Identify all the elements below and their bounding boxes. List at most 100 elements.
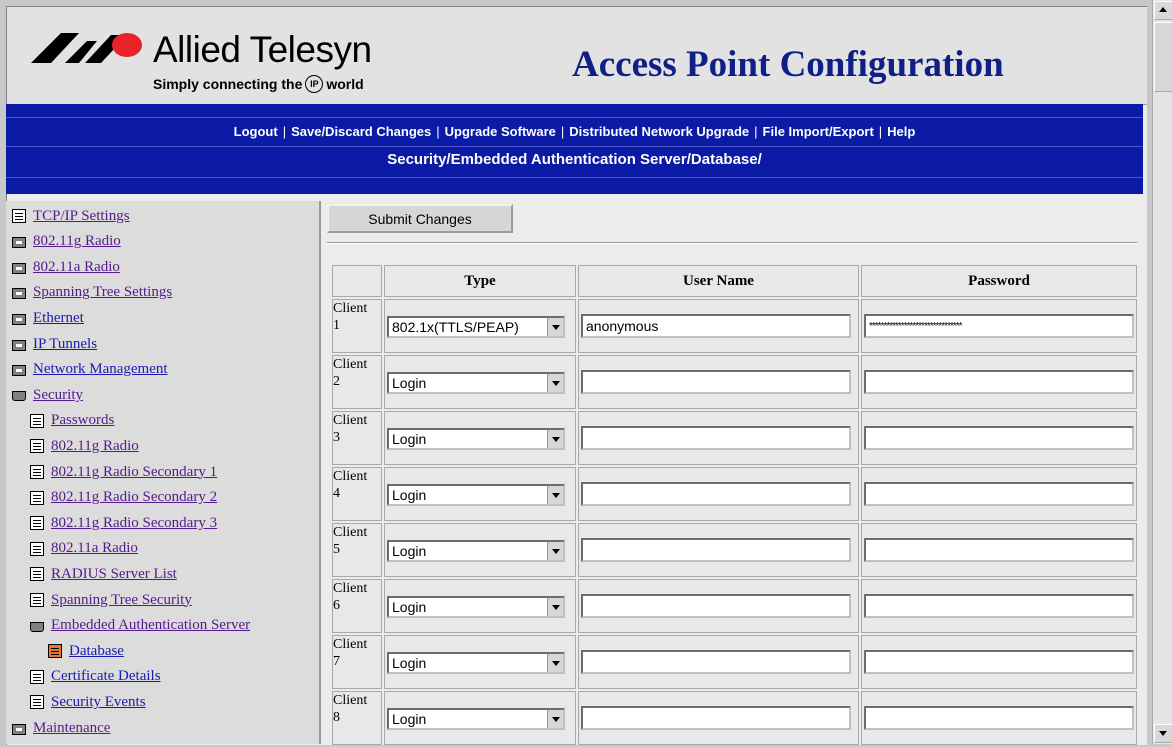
password-input[interactable] <box>864 314 1134 338</box>
password-input[interactable] <box>864 426 1134 450</box>
folder-icon <box>12 365 26 377</box>
nav-link-distributed-network-upgrade[interactable]: Distributed Network Upgrade <box>569 124 749 139</box>
user-name-input[interactable] <box>581 370 851 394</box>
sidebar-item-label[interactable]: 802.11g Radio <box>51 438 139 455</box>
password-input[interactable] <box>864 370 1134 394</box>
user-name-input[interactable] <box>581 314 851 338</box>
sidebar-item-tcp-ip-settings[interactable]: TCP/IP Settings <box>12 205 130 227</box>
sidebar-item-embedded-authentication-server[interactable]: Embedded Authentication Server <box>30 615 250 637</box>
sidebar-item-802-11g-radio-secondary-1[interactable]: 802.11g Radio Secondary 1 <box>30 461 217 483</box>
dropdown-arrow-icon[interactable] <box>547 318 563 336</box>
sidebar-item-label[interactable]: Passwords <box>51 412 114 429</box>
sidebar-item-label[interactable]: 802.11a Radio <box>33 259 120 276</box>
password-input[interactable] <box>864 594 1134 618</box>
password-input[interactable] <box>864 706 1134 730</box>
user-cell <box>578 523 859 577</box>
sidebar-item-label[interactable]: Spanning Tree Settings <box>33 284 172 301</box>
sidebar-item-spanning-tree-security[interactable]: Spanning Tree Security <box>30 589 192 611</box>
sidebar-item-802-11g-radio[interactable]: 802.11g Radio <box>30 435 139 457</box>
type-select[interactable]: Login <box>387 372 565 394</box>
vertical-scrollbar[interactable] <box>1152 0 1172 744</box>
password-cell <box>861 467 1137 521</box>
password-input[interactable] <box>864 482 1134 506</box>
sidebar-item-certificate-details[interactable]: Certificate Details <box>30 666 161 688</box>
sidebar-item-label[interactable]: Network Management <box>33 361 168 378</box>
sidebar-item-security-events[interactable]: Security Events <box>30 691 146 713</box>
nav-separator: | <box>754 124 758 139</box>
sidebar-item-ip-tunnels[interactable]: IP Tunnels <box>12 333 97 355</box>
sidebar-item-label[interactable]: Embedded Authentication Server <box>51 617 250 634</box>
sidebar-item-label[interactable]: Security <box>33 387 83 404</box>
dropdown-arrow-icon[interactable] <box>547 710 563 728</box>
submit-changes-button[interactable]: Submit Changes <box>327 204 513 233</box>
document-icon <box>30 465 44 479</box>
scroll-up-arrow-icon[interactable] <box>1154 1 1172 20</box>
dropdown-arrow-icon[interactable] <box>547 598 563 616</box>
sidebar-item-802-11a-radio[interactable]: 802.11a Radio <box>12 256 120 278</box>
sidebar-item-label[interactable]: Maintenance <box>33 720 110 737</box>
sidebar-item-label[interactable]: IP Tunnels <box>33 336 97 353</box>
sidebar-item-label[interactable]: Database <box>69 643 124 660</box>
password-input[interactable] <box>864 538 1134 562</box>
sidebar-item-802-11g-radio[interactable]: 802.11g Radio <box>12 231 121 253</box>
sidebar-item-802-11g-radio-secondary-3[interactable]: 802.11g Radio Secondary 3 <box>30 512 217 534</box>
sidebar-item-label[interactable]: TCP/IP Settings <box>33 208 130 225</box>
user-name-input[interactable] <box>581 706 851 730</box>
sidebar-item-passwords[interactable]: Passwords <box>30 410 114 432</box>
brand-name: Allied Telesyn <box>153 29 372 70</box>
type-cell: Login <box>384 467 576 521</box>
type-select[interactable]: Login <box>387 428 565 450</box>
user-name-input[interactable] <box>581 538 851 562</box>
nav-divider <box>6 177 1143 178</box>
sidebar-item-label[interactable]: Certificate Details <box>51 668 161 685</box>
sidebar-item-802-11g-radio-secondary-2[interactable]: 802.11g Radio Secondary 2 <box>30 487 217 509</box>
dropdown-arrow-icon[interactable] <box>547 486 563 504</box>
user-name-input[interactable] <box>581 482 851 506</box>
client-number: 5 <box>333 542 340 557</box>
header-user-name: User Name <box>578 265 859 297</box>
sidebar-item-database[interactable]: Database <box>48 640 124 662</box>
nav-link-upgrade-software[interactable]: Upgrade Software <box>445 124 556 139</box>
user-name-input[interactable] <box>581 650 851 674</box>
sidebar-item-label[interactable]: 802.11g Radio Secondary 2 <box>51 489 217 506</box>
nav-link-logout[interactable]: Logout <box>234 124 278 139</box>
dropdown-arrow-icon[interactable] <box>547 430 563 448</box>
sidebar-item-label[interactable]: Ethernet <box>33 310 84 327</box>
type-select[interactable]: Login <box>387 708 565 730</box>
nav-link-file-import-export[interactable]: File Import/Export <box>763 124 874 139</box>
type-select-value: 802.1x(TTLS/PEAP) <box>392 319 519 335</box>
table-row: Client 5 Login <box>332 523 1137 577</box>
breadcrumb: Security/Embedded Authentication Server/… <box>387 151 762 168</box>
password-input[interactable] <box>864 650 1134 674</box>
sidebar-item-network-management[interactable]: Network Management <box>12 359 168 381</box>
nav-link-help[interactable]: Help <box>887 124 915 139</box>
sidebar-item-radius-server-list[interactable]: RADIUS Server List <box>30 563 177 585</box>
sidebar-item-label[interactable]: 802.11a Radio <box>51 540 138 557</box>
user-name-input[interactable] <box>581 594 851 618</box>
scroll-thumb[interactable] <box>1154 22 1172 92</box>
sidebar-item-802-11a-radio[interactable]: 802.11a Radio <box>30 538 138 560</box>
type-select[interactable]: Login <box>387 652 565 674</box>
sidebar-item-label[interactable]: Security Events <box>51 694 146 711</box>
dropdown-arrow-icon[interactable] <box>547 374 563 392</box>
nav-link-save-discard-changes[interactable]: Save/Discard Changes <box>291 124 431 139</box>
sidebar-item-label[interactable]: Spanning Tree Security <box>51 592 192 609</box>
dropdown-arrow-icon[interactable] <box>547 654 563 672</box>
sidebar-item-label[interactable]: RADIUS Server List <box>51 566 177 583</box>
type-cell: Login <box>384 635 576 689</box>
sidebar-item-security[interactable]: Security <box>12 384 83 406</box>
scroll-down-arrow-icon[interactable] <box>1154 724 1172 743</box>
user-name-input[interactable] <box>581 426 851 450</box>
user-cell <box>578 467 859 521</box>
type-select[interactable]: Login <box>387 484 565 506</box>
sidebar-item-spanning-tree-settings[interactable]: Spanning Tree Settings <box>12 282 172 304</box>
sidebar-item-label[interactable]: 802.11g Radio <box>33 233 121 250</box>
sidebar-item-label[interactable]: 802.11g Radio Secondary 3 <box>51 515 217 532</box>
sidebar-item-ethernet[interactable]: Ethernet <box>12 307 84 329</box>
sidebar-item-maintenance[interactable]: Maintenance <box>12 717 110 739</box>
type-select[interactable]: Login <box>387 596 565 618</box>
sidebar-item-label[interactable]: 802.11g Radio Secondary 1 <box>51 464 217 481</box>
type-select[interactable]: Login <box>387 540 565 562</box>
type-select[interactable]: 802.1x(TTLS/PEAP) <box>387 316 565 338</box>
dropdown-arrow-icon[interactable] <box>547 542 563 560</box>
